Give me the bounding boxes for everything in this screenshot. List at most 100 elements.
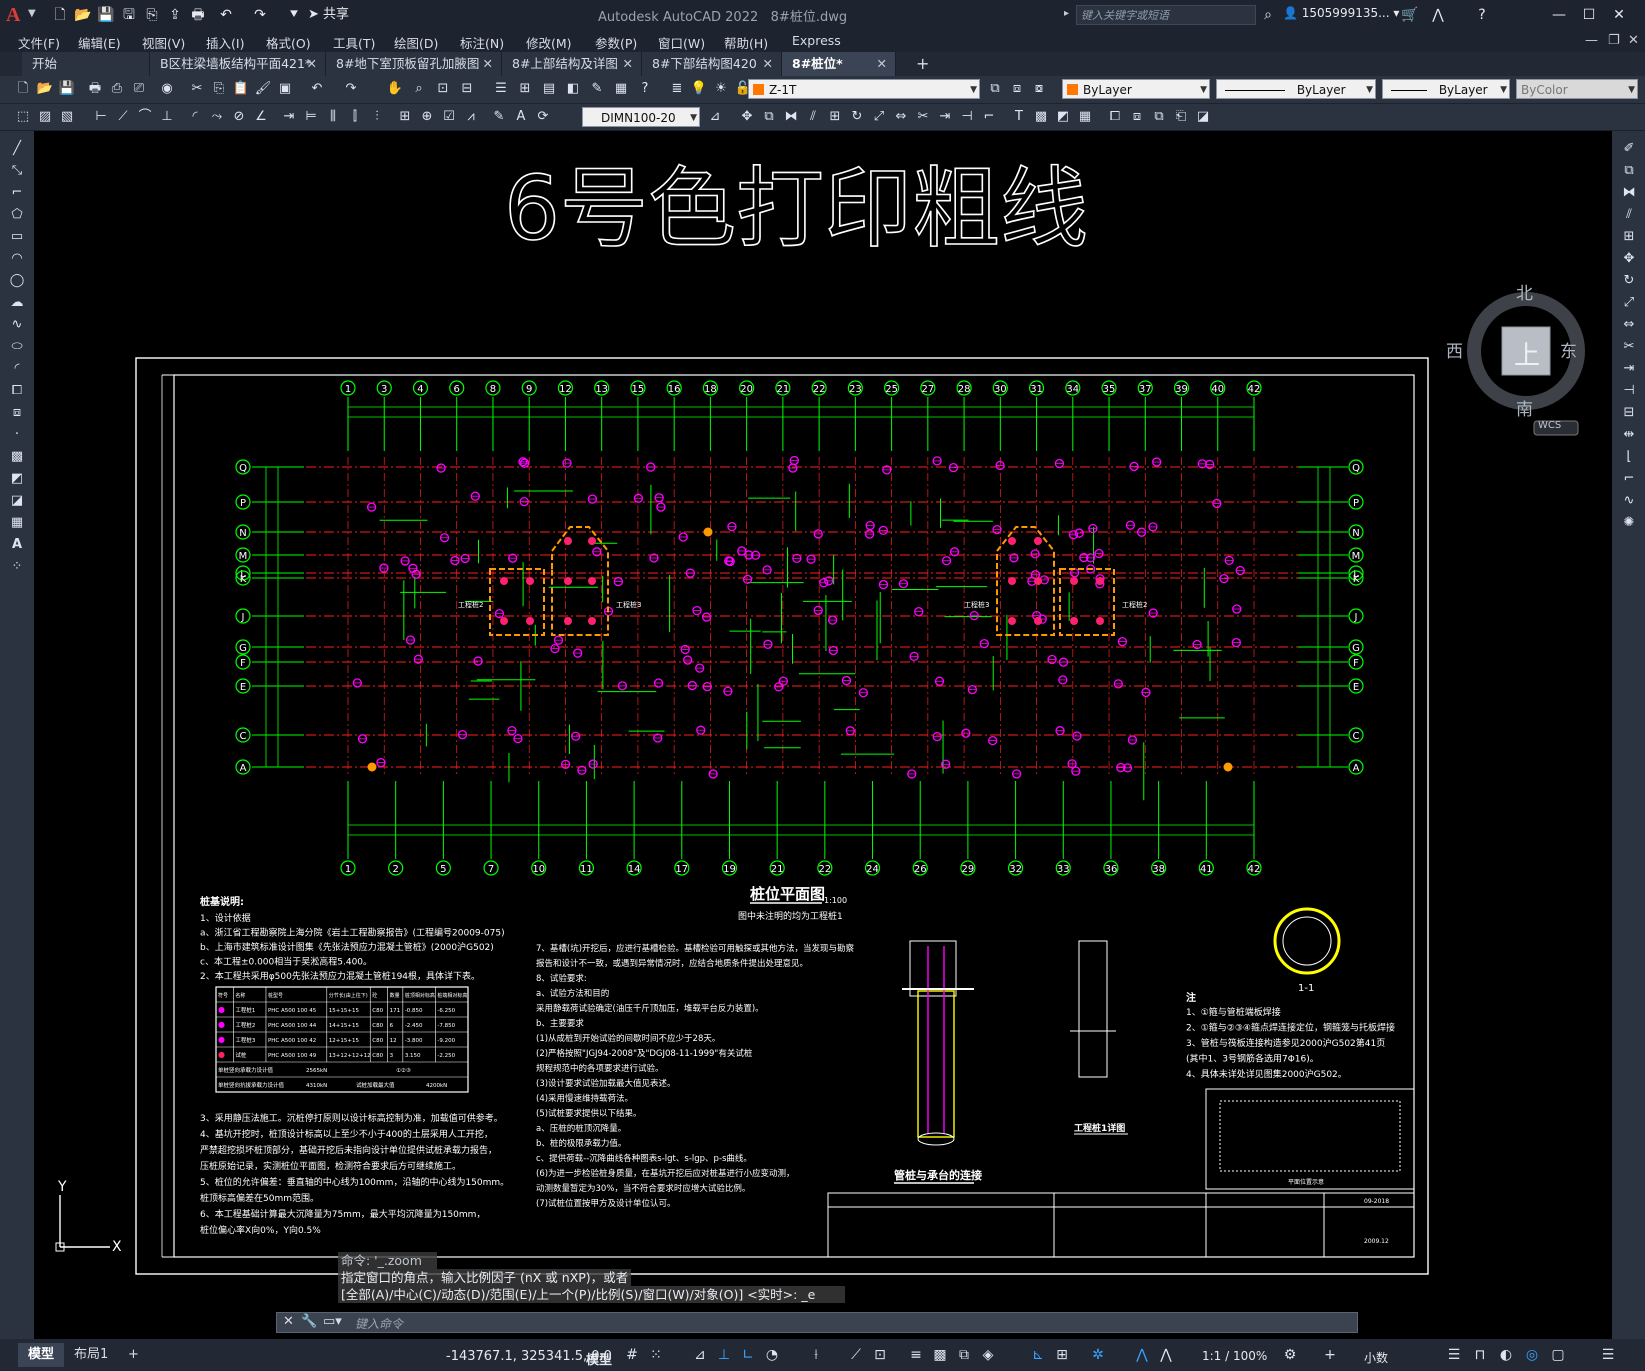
snap-icon[interactable]: ⁙ [646, 1345, 666, 1365]
viewcube-east[interactable]: 东 [1560, 337, 1577, 362]
open-from-web-icon[interactable]: ⎘ [142, 5, 162, 25]
tab-close-icon[interactable]: ✕ [307, 52, 317, 76]
viewcube-south[interactable]: 南 [1516, 395, 1533, 420]
tolerance-icon[interactable]: ⊞ [396, 108, 414, 126]
center-mark-icon[interactable]: ⊕ [418, 108, 436, 126]
dim-style-icon[interactable]: ⊿ [706, 108, 724, 126]
create-block-icon[interactable]: ⧈ [1128, 108, 1146, 126]
region-icon[interactable]: ◪ [6, 491, 28, 511]
table-icon[interactable]: ▦ [6, 513, 28, 533]
viewcube-west[interactable]: 西 [1446, 337, 1463, 362]
gradient-icon[interactable]: ◩ [1054, 108, 1072, 126]
new-icon[interactable]: 🗋 [50, 5, 70, 25]
menu-express[interactable]: Express [792, 33, 841, 48]
doc-restore-icon[interactable]: ❐ [1608, 33, 1620, 48]
layer-state-icon[interactable]: ⧇ [1030, 80, 1048, 98]
search-input[interactable]: 键入关键字或短语 [1076, 5, 1256, 25]
autocad-logo-icon[interactable]: A [6, 4, 28, 26]
rotate-icon[interactable]: ↻ [848, 108, 866, 126]
tab-b-zone-plan[interactable]: B区柱梁墙板结构平面421* ✕ [150, 52, 326, 76]
block-editor-icon[interactable]: ▣ [276, 80, 294, 98]
lineweight-icon[interactable]: ≡ [906, 1345, 926, 1365]
markup-icon[interactable]: ✎ [588, 80, 606, 98]
dynamic-ucs-icon[interactable]: ⊾ [1028, 1345, 1048, 1365]
line-icon[interactable]: ╱ [6, 139, 28, 159]
zoom-realtime-icon[interactable]: ⌕ [410, 80, 428, 98]
dim-break-icon[interactable]: ⫶ [368, 108, 386, 126]
save-to-web-icon[interactable]: ⇪ [165, 5, 185, 25]
plot-preview-icon[interactable]: ⎙ [108, 80, 126, 98]
break-icon[interactable]: ⊣ [958, 108, 976, 126]
polyline-icon[interactable]: ⌐ [6, 183, 28, 203]
xref-icon[interactable]: ⧉ [1150, 108, 1168, 126]
dim-edit-icon[interactable]: ✎ [490, 108, 508, 126]
paste-icon[interactable]: 📋 [232, 80, 250, 98]
model-space-toggle[interactable]: 模型 [586, 1349, 612, 1368]
publish-icon[interactable]: ⎚ [130, 80, 148, 98]
lineweight-dropdown[interactable]: ByLayer ▼ [1382, 79, 1510, 99]
continue-dim-icon[interactable]: ⫼ [324, 108, 342, 126]
gizmo-icon[interactable]: ✲ [1088, 1345, 1108, 1365]
layout-tab[interactable]: 布局1 [64, 1343, 118, 1367]
new-icon[interactable]: 🗋 [14, 80, 32, 98]
object-snap-icon[interactable]: ⊡ [870, 1345, 890, 1365]
layer-match-icon[interactable]: ▨ [36, 108, 54, 126]
plot-icon[interactable]: 🖶 [86, 80, 104, 98]
customize-qat-icon[interactable]: ⯆ [284, 5, 304, 25]
mirror-icon[interactable]: ⧓ [782, 108, 800, 126]
attach-icon[interactable]: ⎗ [1172, 108, 1190, 126]
layer-properties-icon[interactable]: ≣ [668, 80, 686, 98]
chamfer-icon[interactable]: ⌊ [1618, 447, 1640, 467]
scale-icon[interactable]: ⤢ [1618, 293, 1640, 313]
units-dropdown[interactable]: 小数 [1364, 1349, 1388, 1366]
open-icon[interactable]: 📂 [73, 5, 93, 25]
tab-close-icon[interactable]: ✕ [763, 52, 773, 76]
annotation-scale[interactable]: 1:1 / 100% [1202, 1349, 1267, 1363]
linear-dim-icon[interactable]: ⊢ [92, 108, 110, 126]
gradient-icon[interactable]: ◩ [6, 469, 28, 489]
trim-icon[interactable]: ✂ [914, 108, 932, 126]
match-icon[interactable]: ⬚ [14, 108, 32, 126]
menu-file[interactable]: 文件(F) [18, 33, 60, 52]
explode-icon[interactable]: ✺ [1618, 513, 1640, 533]
color-dropdown[interactable]: ByLayer ▼ [1062, 79, 1210, 99]
selection-cycling-icon[interactable]: ⧉ [954, 1345, 974, 1365]
doc-close-icon[interactable]: ✕ [1628, 33, 1639, 48]
tab-close-icon[interactable]: ✕ [877, 52, 887, 76]
rectangle-icon[interactable]: ▭ [6, 227, 28, 247]
construction-line-icon[interactable]: ⤡ [6, 161, 28, 181]
layer-isolate-icon[interactable]: ▧ [58, 108, 76, 126]
move-icon[interactable]: ✥ [1618, 249, 1640, 269]
circle-icon[interactable]: ◯ [6, 271, 28, 291]
aligned-dim-icon[interactable]: ⟋ [114, 108, 132, 126]
wcs-menu[interactable]: WCS [1538, 420, 1561, 431]
move-icon[interactable]: ✥ [738, 108, 756, 126]
scale-icon[interactable]: ⤢ [870, 108, 888, 126]
menu-parametric[interactable]: 参数(P) [595, 33, 637, 52]
menu-insert[interactable]: 插入(I) [206, 33, 244, 52]
menu-format[interactable]: 格式(O) [266, 33, 311, 52]
menu-dimension[interactable]: 标注(N) [460, 33, 504, 52]
viewcube-top-face[interactable]: 上 [1514, 335, 1540, 372]
search-expand-icon[interactable]: ▸ [1064, 8, 1069, 19]
offset-icon[interactable]: ⫽ [1618, 205, 1640, 225]
add-layout-button[interactable]: + [118, 1343, 149, 1367]
annotation-visibility-icon[interactable]: ⋀ [1132, 1345, 1152, 1365]
arc-icon[interactable]: ◠ [6, 249, 28, 269]
clean-screen-icon[interactable]: ▢ [1548, 1345, 1568, 1365]
baseline-dim-icon[interactable]: ⊨ [302, 108, 320, 126]
insert-block-icon[interactable]: ⧠ [1106, 108, 1124, 126]
3d-dwf-icon[interactable]: ◉ [158, 80, 176, 98]
inspect-icon[interactable]: ☑ [440, 108, 458, 126]
cut-icon[interactable]: ✂ [188, 80, 206, 98]
dim-text-edit-icon[interactable]: A [512, 108, 530, 126]
make-current-layer-icon[interactable]: ⧉ [986, 80, 1004, 98]
text-icon[interactable]: T [1010, 108, 1028, 126]
ellipse-arc-icon[interactable]: ◜ [6, 359, 28, 379]
hardware-acceleration-icon[interactable]: ◎ [1522, 1345, 1542, 1365]
annotation-monitor-icon[interactable]: + [1320, 1345, 1340, 1365]
match-properties-icon[interactable]: 🖌 [254, 80, 272, 98]
help-icon[interactable]: ? [636, 80, 654, 98]
customize-cmdline-icon[interactable]: 🔧 [301, 1314, 317, 1329]
app-menu-chevron-down-icon[interactable]: ▼ [28, 8, 36, 19]
